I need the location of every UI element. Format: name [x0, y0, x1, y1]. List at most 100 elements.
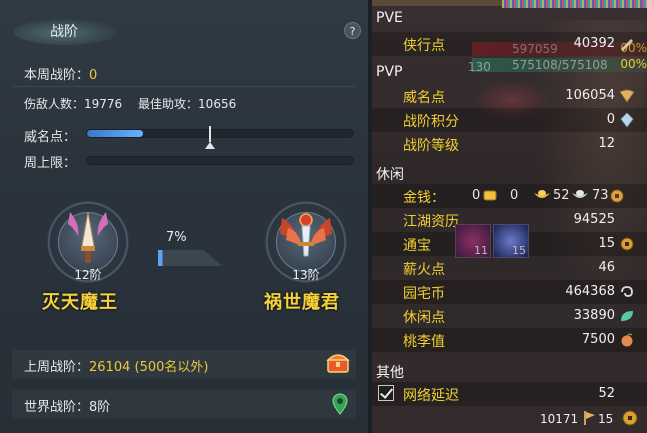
stat-row-yuanzhai: 园宅币 464368 [372, 280, 647, 304]
coin-icon [620, 237, 634, 251]
panel-header: 战阶 ? [0, 16, 368, 46]
flag-icon [584, 411, 595, 425]
rank-progress-percent: 7% [166, 230, 187, 245]
rank-progress-arrow-icon [158, 250, 222, 266]
stat-label: 战阶积分 [403, 114, 459, 130]
tongbao-item-slot-1[interactable]: 11 [455, 224, 491, 258]
current-rank-level: 12阶 [74, 268, 102, 282]
current-rank-badge[interactable]: 12阶 [42, 196, 134, 288]
silver-yuanbao-icon [572, 190, 588, 198]
stat-row-rank-points: 战阶积分 0 [372, 108, 647, 132]
stat-value: 12 [598, 136, 615, 151]
money-label: 金钱： [403, 190, 445, 206]
stat-label: 战阶等级 [403, 138, 459, 154]
stat-value: 464368 [565, 284, 615, 299]
best-assist-value: 10656 [198, 97, 237, 111]
world-rank-row: 世界战阶：8阶 [12, 390, 356, 418]
world-rank-value: 8阶 [89, 400, 111, 415]
footer-value-2: 15 [598, 412, 614, 426]
stat-label: 薪火点 [403, 262, 445, 278]
stat-row-money: 金钱： 0 0 52 73 [372, 184, 647, 208]
money-value-2: 0 [510, 188, 519, 203]
stat-value: 33890 [573, 308, 615, 323]
money-value-3: 52 [553, 188, 570, 203]
combat-stats-row: 伤敌人数：19776 最佳助攻：10656 [24, 95, 236, 112]
footer-value-1: 10171 [540, 412, 579, 426]
latency-checkbox[interactable] [378, 385, 394, 401]
section-pve-heading: PVE [376, 10, 403, 26]
rank-progress: 7% [158, 230, 228, 270]
next-rank-badge[interactable]: 13阶 [260, 196, 352, 288]
stat-label: 桃李值 [403, 334, 445, 350]
winged-sword-emblem-icon [280, 213, 332, 257]
top-bar-decoration [372, 0, 502, 6]
injured-value: 19776 [84, 97, 123, 111]
stat-label: 园宅币 [403, 286, 445, 302]
current-rank-name: 灭天魔王 [42, 292, 118, 313]
stat-label: 侠行点 [403, 38, 445, 54]
stat-value: 7500 [581, 332, 615, 347]
stat-value: 106054 [565, 88, 615, 103]
prestige-progress-bar [86, 126, 354, 149]
prestige-progress-fill [87, 130, 143, 137]
crystal-icon [620, 113, 634, 127]
money-value-4: 73 [592, 188, 609, 203]
stat-value: 52 [598, 386, 615, 401]
next-rank-level: 13阶 [292, 268, 320, 282]
stat-label: 休闲点 [403, 310, 445, 326]
weekly-rank-value: 0 [89, 68, 98, 83]
stat-row-rank-level: 战阶等级 12 [372, 132, 647, 156]
peach-icon [621, 333, 633, 347]
divider [12, 86, 356, 87]
stat-row-latency: 网络延迟 52 [372, 382, 647, 406]
gold-yuanbao-icon [534, 190, 550, 198]
last-week-rank-row: 上周战阶：26104 (500名以外) [12, 350, 356, 378]
world-rank-text: 世界战阶：8阶 [24, 396, 110, 415]
last-week-rank-value: 26104 (500名以外) [89, 360, 209, 375]
section-leisure-heading: 休闲 [376, 167, 404, 183]
last-week-rank-label: 上周战阶： [24, 360, 90, 375]
stat-row-taoli: 桃李值 7500 [372, 328, 647, 352]
prestige-cap-marker [209, 126, 211, 142]
section-pvp-heading: PVP [376, 64, 403, 80]
leaf-icon [621, 311, 633, 321]
prestige-cap-pointer-icon [205, 142, 215, 149]
prestige-label: 威名点： [24, 130, 77, 145]
next-rank-name: 祸世魔君 [264, 292, 340, 313]
last-week-rank-text: 上周战阶：26104 (500名以外) [24, 356, 208, 375]
stat-label: 江湖资历 [403, 214, 459, 230]
stat-value: 40392 [573, 36, 615, 51]
stat-row-leisure-points: 休闲点 33890 [372, 304, 647, 328]
copper-coin-icon [610, 189, 624, 203]
dagger-emblem-icon [68, 211, 108, 263]
pen-icon [621, 39, 633, 51]
money-value-1: 0 [472, 188, 481, 203]
swirl-icon [621, 286, 633, 297]
tongbao-item-slot-2[interactable]: 15 [493, 224, 529, 258]
stat-row-tongbao: 通宝 11 15 15 [372, 224, 647, 258]
weekly-cap-bar [86, 156, 354, 165]
stat-label: 网络延迟 [403, 388, 459, 404]
fan-icon [619, 89, 635, 103]
battle-rank-panel: 战阶 ? 本周战阶：0 伤敌人数：19776 最佳助攻：10656 威名点： 周… [0, 0, 368, 433]
injured-label: 伤敌人数： [24, 97, 85, 111]
stat-label: 通宝 [403, 238, 431, 254]
panel-title: 战阶 [50, 24, 78, 40]
help-button[interactable]: ? [344, 22, 361, 39]
location-pin-icon[interactable] [332, 393, 348, 415]
top-color-strip-decoration [502, 0, 647, 8]
coin-icon [622, 410, 638, 426]
stat-label: 威名点 [403, 90, 445, 106]
character-stats-panel: 597059 575108/575108 00% 00% 130 PVE 侠行点… [372, 0, 647, 433]
section-other-heading: 其他 [376, 365, 404, 381]
weekly-rank-label: 本周战阶： [24, 68, 90, 83]
stat-value: 0 [606, 112, 615, 127]
stat-row-prestige: 威名点 106054 [372, 84, 647, 108]
treasure-chest-icon[interactable] [326, 350, 350, 374]
gold-ingot-icon [483, 190, 497, 201]
weekly-cap-label: 周上限： [24, 156, 77, 171]
stat-row-xiaxing: 侠行点 40392 [372, 32, 647, 56]
stat-value: 94525 [573, 212, 615, 227]
stat-row-xinhuo: 薪火点 46 [372, 256, 647, 280]
best-assist-label: 最佳助攻： [138, 97, 199, 111]
